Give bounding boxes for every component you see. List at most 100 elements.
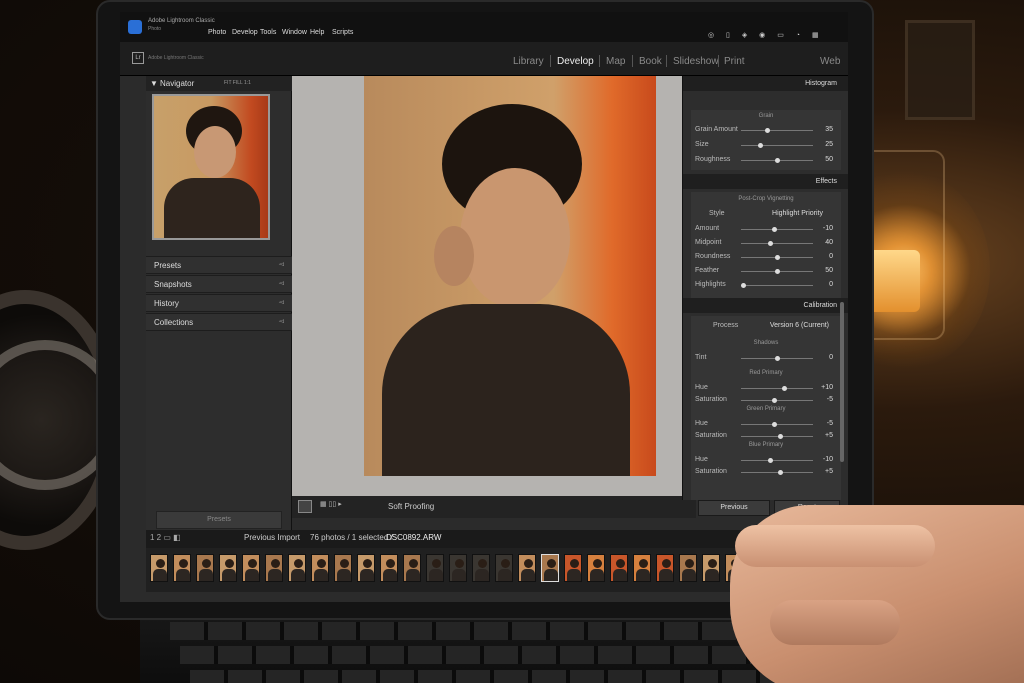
filmstrip-thumbnail[interactable] [610,554,628,582]
slider-track[interactable] [741,470,813,475]
process-row[interactable]: Process Version 6 (Current) [691,320,841,333]
selected-filename[interactable]: DSC0892.ARW [386,533,441,542]
slider-track[interactable] [741,398,813,403]
slider-value[interactable]: +5 [825,468,833,475]
slider-knob[interactable] [771,398,777,403]
right-panel-scrollbar[interactable] [840,302,844,462]
slider-value[interactable]: 0 [829,281,833,288]
filmstrip-source[interactable]: Previous Import [244,533,300,542]
menu-scripts[interactable]: Scripts [332,29,353,36]
slider-track[interactable] [741,422,813,427]
slider-track[interactable] [741,434,813,439]
slider-knob[interactable] [771,227,777,232]
slider-value[interactable]: 35 [825,126,833,133]
filmstrip-thumbnail[interactable] [564,554,582,582]
navigator-header[interactable]: ▼ Navigator FIT FILL 1:1 [146,76,292,91]
slider-knob[interactable] [768,458,774,463]
add-icon[interactable]: ◅ [279,260,284,268]
filmstrip-thumbnail[interactable] [449,554,467,582]
filmstrip-thumbnail[interactable] [633,554,651,582]
filmstrip-thumbnail[interactable] [587,554,605,582]
menu-tools[interactable]: Tools [260,29,276,36]
slider-track[interactable] [741,458,813,463]
filmstrip-thumbnail[interactable] [357,554,375,582]
filmstrip-thumbnail[interactable] [495,554,513,582]
before-after-icons[interactable]: ▦ ▯▯ ▸ [320,500,342,508]
filmstrip-thumbnail[interactable] [265,554,283,582]
loupe-view[interactable] [292,76,696,496]
add-icon[interactable]: ◅ [279,279,284,287]
slider-row[interactable]: Roughness 50 [691,154,841,167]
vignette-style-value[interactable]: Highlight Priority [772,210,823,217]
slider-track[interactable] [741,227,813,232]
slider-knob[interactable] [758,143,763,148]
slider-row[interactable]: Tint 0 [691,352,841,365]
slider-value[interactable]: +5 [825,432,833,439]
loupe-view-icon[interactable] [298,500,312,513]
module-map[interactable]: Map [606,56,625,67]
slider-row[interactable]: Highlights 0 [691,279,841,292]
slider-row[interactable]: Roundness 0 [691,251,841,264]
slider-row[interactable]: Midpoint 40 [691,237,841,250]
clear-icon[interactable]: ◅ [279,298,284,306]
slider-value[interactable]: 50 [825,156,833,163]
module-slideshow[interactable]: Slideshow [673,56,719,67]
slider-knob[interactable] [768,241,774,246]
filmstrip-thumbnail[interactable] [242,554,260,582]
filmstrip-thumbnail[interactable] [173,554,191,582]
collapse-triangle-icon[interactable]: ▼ [150,79,158,88]
filmstrip-thumbnail[interactable] [380,554,398,582]
menu-photo[interactable]: Photo [208,29,226,36]
slider-knob[interactable] [781,386,787,391]
filmstrip-thumbnail[interactable] [656,554,674,582]
slider-value[interactable]: -5 [827,396,833,403]
filmstrip-thumbnail[interactable] [403,554,421,582]
slider-knob[interactable] [775,269,780,274]
slider-row[interactable]: Size 25 [691,139,841,152]
filmstrip-thumbnail[interactable] [288,554,306,582]
slider-row[interactable]: Saturation -5 [691,394,841,407]
filmstrip-thumbnail[interactable] [518,554,536,582]
slider-value[interactable]: +10 [821,384,833,391]
effects-header[interactable]: Effects [683,174,848,189]
filmstrip-thumbnail[interactable] [334,554,352,582]
filmstrip-thumbnail[interactable] [311,554,329,582]
slider-value[interactable]: 25 [825,141,833,148]
module-library[interactable]: Library [513,56,544,67]
filmstrip-thumbnail[interactable] [679,554,697,582]
menu-develop[interactable]: Develop [232,29,258,36]
slider-knob[interactable] [775,356,780,361]
panel-presets[interactable]: Presets ◅ [146,256,292,274]
slider-track[interactable] [741,143,813,148]
process-value[interactable]: Version 6 (Current) [770,322,829,329]
slider-value[interactable]: 0 [829,253,833,260]
module-print[interactable]: Print [724,56,745,67]
slider-value[interactable]: 0 [829,354,833,361]
filmstrip-thumbnail[interactable] [196,554,214,582]
soft-proofing-label[interactable]: Soft Proofing [388,502,434,511]
slider-knob[interactable] [775,255,780,260]
navigator-zoom-controls[interactable]: FIT FILL 1:1 [224,80,251,86]
slider-knob[interactable] [778,470,784,475]
menu-help[interactable]: Help [310,29,324,36]
filmstrip-thumbnail[interactable] [472,554,490,582]
presets-button[interactable]: Presets [156,511,282,529]
slider-track[interactable] [741,386,813,391]
add-icon[interactable]: ◅ [279,317,284,325]
slider-value[interactable]: 40 [825,239,833,246]
slider-value[interactable]: 50 [825,267,833,274]
slider-track[interactable] [741,255,813,260]
panel-snapshots[interactable]: Snapshots ◅ [146,275,292,293]
module-web[interactable]: Web [820,56,840,67]
slider-track[interactable] [741,283,813,288]
page-view-icons[interactable]: 1 2 ▭ ◧ [150,533,181,542]
slider-track[interactable] [741,241,813,246]
slider-row[interactable]: Saturation +5 [691,466,841,479]
slider-track[interactable] [741,269,813,274]
slider-row[interactable]: Amount -10 [691,223,841,236]
previous-button[interactable]: Previous [698,500,770,516]
filmstrip-thumbnail[interactable] [426,554,444,582]
histogram-header[interactable]: Histogram [683,76,848,91]
slider-row[interactable]: Saturation +5 [691,430,841,443]
module-book[interactable]: Book [639,56,662,67]
